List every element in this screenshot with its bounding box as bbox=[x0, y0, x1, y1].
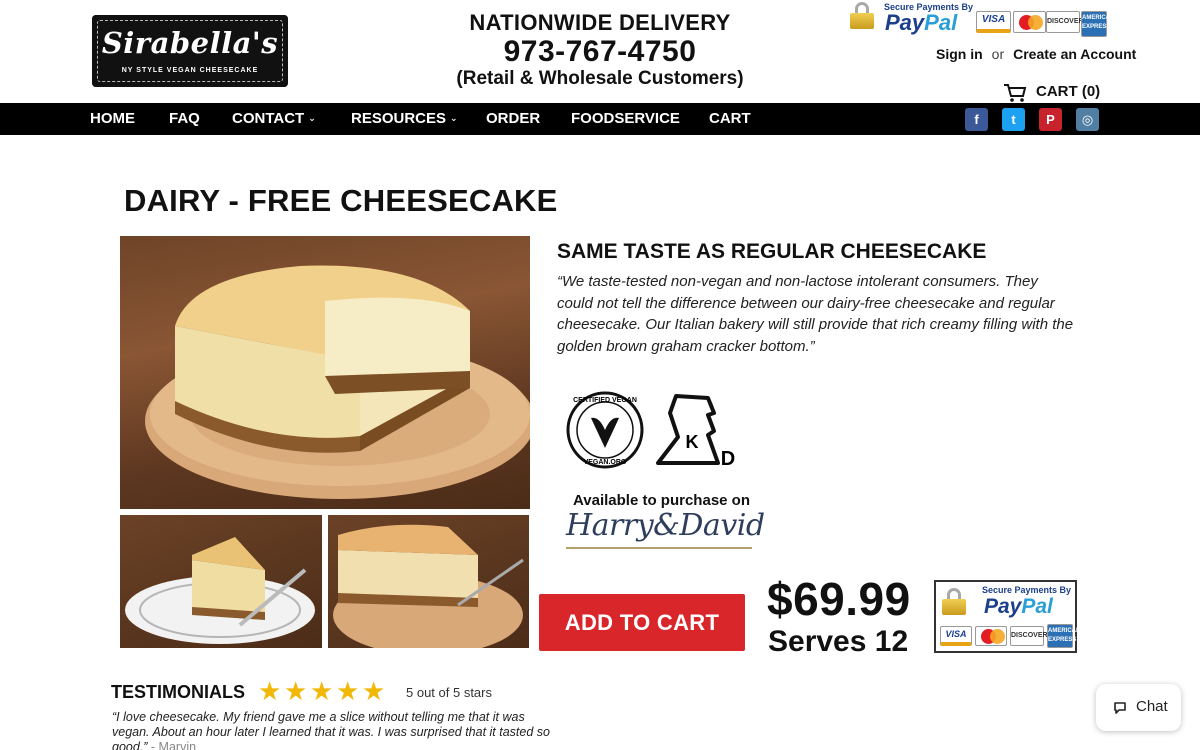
chat-label: Chat bbox=[1136, 698, 1168, 715]
kosher-letter: K bbox=[686, 432, 699, 452]
nav-cart-label: CART bbox=[709, 110, 751, 127]
paypal-box-logo: PayPal bbox=[984, 595, 1053, 618]
delivery-title: NATIONWIDE DELIVERY bbox=[469, 10, 731, 35]
kosher-dairy-badge: K D bbox=[656, 393, 740, 470]
instagram-icon[interactable]: ◎ bbox=[1076, 108, 1099, 131]
vegan-badge-bottom-text: VEGAN.ORG bbox=[584, 459, 627, 466]
pinterest-icon[interactable]: P bbox=[1039, 108, 1062, 131]
facebook-icon[interactable]: f bbox=[965, 108, 988, 131]
add-to-cart-button[interactable]: ADD TO CART bbox=[539, 594, 745, 651]
paypal-secure-badge: Secure Payments By PayPal VISA DISCOVER … bbox=[850, 2, 1114, 38]
nav-foodservice-label: FOODSERVICE bbox=[571, 110, 680, 127]
mastercard-icon bbox=[975, 626, 1007, 646]
site-header: Sirabella's NY STYLE VEGAN CHEESECAKE NA… bbox=[0, 0, 1200, 103]
star-icon: ★ bbox=[336, 676, 360, 706]
main-nav: HOME FAQ CONTACT ⌄ RESOURCES ⌄ ORDER FOODS… bbox=[0, 103, 1200, 135]
nav-order-label: ORDER bbox=[486, 110, 541, 127]
discover-card-icon: DISCOVER bbox=[1046, 11, 1084, 33]
testimonial-author: - Marvin bbox=[147, 740, 197, 750]
nav-home[interactable]: HOME bbox=[90, 110, 135, 127]
nav-faq[interactable]: FAQ bbox=[169, 110, 200, 127]
header-cart-label: CART (0) bbox=[1036, 83, 1101, 100]
testimonials-heading: TESTIMONIALS bbox=[111, 682, 245, 702]
logo-name: Sirabella's bbox=[101, 26, 279, 60]
star-icon: ★ bbox=[310, 676, 334, 706]
star-icon: ★ bbox=[258, 676, 282, 706]
or-text: or bbox=[991, 46, 1005, 62]
star-icon: ★ bbox=[362, 676, 386, 706]
sign-in-link[interactable]: Sign in bbox=[936, 46, 983, 62]
logo-tagline: NY STYLE VEGAN CHEESECAKE bbox=[121, 67, 259, 74]
delivery-info: NATIONWIDE DELIVERY 973-767-4750 (Retail… bbox=[440, 10, 760, 90]
twitter-icon[interactable]: t bbox=[1002, 108, 1025, 131]
nav-home-label: HOME bbox=[90, 110, 135, 127]
amex-card-icon: AMERICAN EXPRESS bbox=[1081, 11, 1114, 37]
lock-icon bbox=[850, 2, 874, 29]
discover-card-icon: DISCOVER bbox=[1010, 626, 1048, 646]
nav-foodservice[interactable]: FOODSERVICE bbox=[571, 110, 680, 127]
certified-vegan-badge: CERTIFIED VEGAN VEGAN.ORG bbox=[565, 390, 645, 470]
nav-resources[interactable]: RESOURCES ⌄ bbox=[351, 110, 458, 127]
chat-bubble-icon bbox=[1114, 702, 1126, 714]
paypal-payment-badge: Secure Payments By PayPal VISA DISCOVER … bbox=[934, 580, 1080, 653]
amex-card-icon: AMERICAN EXPRESS bbox=[1047, 624, 1080, 648]
phone-number[interactable]: 973-767-4750 bbox=[440, 35, 760, 69]
kosher-dairy-letter: D bbox=[721, 448, 735, 469]
product-quote: “We taste-tested non-vegan and non-lacto… bbox=[557, 273, 1074, 355]
star-icon: ★ bbox=[284, 676, 308, 706]
account-links: Sign in or Create an Account bbox=[936, 46, 1136, 62]
cheesecake-slice-thumb-2[interactable] bbox=[328, 515, 529, 648]
cart-icon bbox=[1004, 84, 1027, 102]
harry-david-underline bbox=[566, 547, 752, 549]
lock-icon bbox=[942, 588, 966, 615]
paypal-box-caption: Secure Payments By bbox=[982, 585, 1072, 595]
nav-resources-label: RESOURCES bbox=[351, 110, 447, 127]
chevron-down-icon: ⌄ bbox=[308, 113, 316, 123]
harry-david-logo[interactable]: Harry&David bbox=[566, 508, 765, 543]
product-serves: Serves 12 bbox=[768, 625, 909, 658]
nav-contact[interactable]: CONTACT ⌄ bbox=[232, 110, 316, 127]
page-title: DAIRY - FREE CHEESECAKE bbox=[124, 183, 558, 218]
delivery-subtitle: (Retail & Wholesale Customers) bbox=[456, 68, 744, 89]
nav-faq-label: FAQ bbox=[169, 110, 200, 127]
site-logo[interactable]: Sirabella's NY STYLE VEGAN CHEESECAKE bbox=[92, 15, 288, 87]
cheesecake-slice-thumb-1[interactable] bbox=[120, 515, 322, 648]
chat-widget-button[interactable]: Chat bbox=[1096, 684, 1181, 731]
create-account-link[interactable]: Create an Account bbox=[1013, 46, 1136, 62]
product-subheading: SAME TASTE AS REGULAR CHEESECAKE bbox=[557, 240, 987, 263]
chevron-down-icon: ⌄ bbox=[450, 113, 458, 123]
mastercard-icon bbox=[1013, 11, 1046, 33]
visa-card-icon: VISA bbox=[976, 11, 1011, 33]
visa-card-icon: VISA bbox=[940, 626, 972, 646]
nav-order[interactable]: ORDER bbox=[486, 110, 540, 127]
nav-contact-label: CONTACT bbox=[232, 110, 305, 127]
rating-text: 5 out of 5 stars bbox=[406, 685, 492, 700]
product-price: $69.99 bbox=[767, 573, 911, 625]
paypal-logo: PayPal bbox=[885, 10, 958, 35]
testimonial-text: “I love cheesecake. My friend gave me a … bbox=[112, 710, 562, 750]
nav-cart[interactable]: CART bbox=[709, 110, 751, 127]
cheesecake-main-photo bbox=[120, 236, 530, 509]
vegan-badge-top-text: CERTIFIED VEGAN bbox=[573, 397, 637, 404]
available-text: Available to purchase on bbox=[573, 492, 750, 509]
